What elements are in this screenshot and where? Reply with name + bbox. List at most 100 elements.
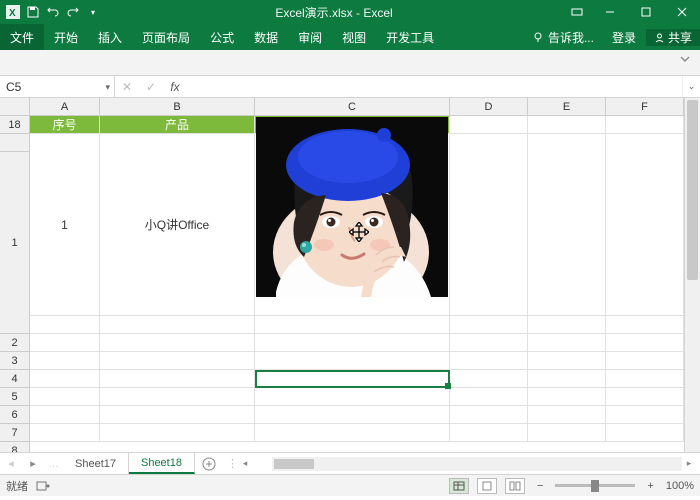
cell[interactable] — [606, 424, 684, 442]
hscroll-left-icon[interactable]: ◂ — [238, 458, 252, 469]
undo-icon[interactable] — [46, 5, 60, 19]
row-header[interactable]: 8 — [0, 442, 30, 452]
cell[interactable] — [450, 424, 528, 442]
cell[interactable] — [255, 424, 450, 442]
cell[interactable] — [30, 352, 100, 370]
horizontal-scroll-thumb[interactable] — [274, 459, 314, 469]
header-cell[interactable] — [450, 116, 528, 134]
cell[interactable] — [100, 406, 255, 424]
close-button[interactable] — [664, 0, 700, 24]
cell[interactable] — [255, 334, 450, 352]
row-header[interactable]: 7 — [0, 424, 30, 442]
sheet-tab-active[interactable]: Sheet18 — [129, 453, 195, 474]
redo-icon[interactable] — [66, 5, 80, 19]
cell[interactable] — [100, 370, 255, 388]
cell[interactable] — [255, 406, 450, 424]
column-header[interactable]: A — [30, 98, 100, 116]
cell[interactable] — [528, 406, 606, 424]
cell[interactable] — [255, 316, 450, 334]
formula-input[interactable] — [187, 80, 682, 94]
horizontal-scrollbar[interactable] — [272, 457, 682, 471]
cells-region[interactable]: ABCDEF 序号产品图片1小Q讲Office — [30, 98, 684, 452]
sheet-nav-first-icon[interactable]: ◂ — [0, 457, 22, 470]
zoom-in-button[interactable]: + — [643, 480, 657, 492]
name-box[interactable]: C5 ▾ — [0, 76, 115, 97]
share-button[interactable]: 共享 — [646, 29, 700, 46]
row-header[interactable]: 1 — [0, 152, 30, 334]
cell[interactable] — [30, 406, 100, 424]
cell[interactable] — [30, 424, 100, 442]
cell[interactable] — [100, 424, 255, 442]
zoom-level[interactable]: 100% — [666, 480, 694, 492]
maximize-button[interactable] — [628, 0, 664, 24]
tab-developer[interactable]: 开发工具 — [376, 24, 444, 50]
cell[interactable] — [255, 352, 450, 370]
view-normal-button[interactable] — [449, 478, 469, 494]
cell[interactable] — [450, 370, 528, 388]
tell-me[interactable]: 告诉我... — [524, 29, 602, 46]
cell[interactable]: 1 — [30, 134, 100, 316]
qat-dropdown-icon[interactable]: ▾ — [86, 5, 100, 19]
vertical-scroll-thumb[interactable] — [687, 100, 698, 280]
cell[interactable] — [255, 388, 450, 406]
sheet-nav-prev-icon[interactable]: ▸ — [22, 457, 44, 470]
cell[interactable] — [528, 424, 606, 442]
minimize-button[interactable] — [592, 0, 628, 24]
tab-data[interactable]: 数据 — [244, 24, 288, 50]
save-icon[interactable] — [26, 5, 40, 19]
tab-view[interactable]: 视图 — [332, 24, 376, 50]
tab-insert[interactable]: 插入 — [88, 24, 132, 50]
cell[interactable] — [100, 352, 255, 370]
cell[interactable] — [606, 134, 684, 316]
sheet-tab[interactable]: Sheet17 — [63, 453, 129, 474]
column-header[interactable]: E — [528, 98, 606, 116]
row-header[interactable]: 2 — [0, 334, 30, 352]
view-page-break-button[interactable] — [505, 478, 525, 494]
cell[interactable] — [30, 370, 100, 388]
column-header[interactable]: C — [255, 98, 450, 116]
cell[interactable] — [450, 134, 528, 316]
row-header[interactable]: 5 — [0, 388, 30, 406]
row-header[interactable]: 3 — [0, 352, 30, 370]
column-header[interactable]: B — [100, 98, 255, 116]
cell[interactable] — [100, 388, 255, 406]
cell[interactable] — [606, 370, 684, 388]
tab-page-layout[interactable]: 页面布局 — [132, 24, 200, 50]
cell[interactable]: 小Q讲Office — [100, 134, 255, 316]
column-header[interactable]: F — [606, 98, 684, 116]
cell[interactable] — [606, 406, 684, 424]
cell[interactable] — [528, 334, 606, 352]
zoom-out-button[interactable]: − — [533, 480, 547, 492]
cell[interactable] — [100, 334, 255, 352]
ribbon-display-icon[interactable] — [562, 5, 592, 19]
cell[interactable] — [606, 388, 684, 406]
cell[interactable] — [30, 316, 100, 334]
row-header[interactable]: 4 — [0, 370, 30, 388]
cell[interactable] — [606, 316, 684, 334]
zoom-slider[interactable] — [555, 484, 635, 487]
cell[interactable] — [30, 388, 100, 406]
zoom-slider-handle[interactable] — [591, 480, 599, 492]
header-cell[interactable]: 序号 — [30, 116, 100, 134]
cell[interactable] — [606, 334, 684, 352]
formula-bar-expand-icon[interactable]: ⌄ — [682, 76, 700, 97]
row-header[interactable]: 18 — [0, 116, 30, 134]
cell[interactable] — [450, 352, 528, 370]
header-cell[interactable]: 产品 — [100, 116, 255, 134]
cell[interactable] — [528, 388, 606, 406]
new-sheet-button[interactable] — [195, 457, 223, 471]
cell[interactable] — [450, 316, 528, 334]
signin-link[interactable]: 登录 — [602, 29, 646, 46]
embedded-image[interactable] — [256, 117, 448, 297]
macro-record-icon[interactable] — [36, 480, 50, 492]
cell[interactable] — [528, 316, 606, 334]
tab-review[interactable]: 审阅 — [288, 24, 332, 50]
cell[interactable] — [450, 406, 528, 424]
collapse-ribbon-icon[interactable] — [678, 52, 694, 68]
tab-home[interactable]: 开始 — [44, 24, 88, 50]
cell[interactable] — [30, 334, 100, 352]
cell[interactable] — [450, 388, 528, 406]
tab-file[interactable]: 文件 — [0, 24, 44, 50]
cell[interactable] — [255, 370, 450, 388]
header-cell[interactable] — [606, 116, 684, 134]
